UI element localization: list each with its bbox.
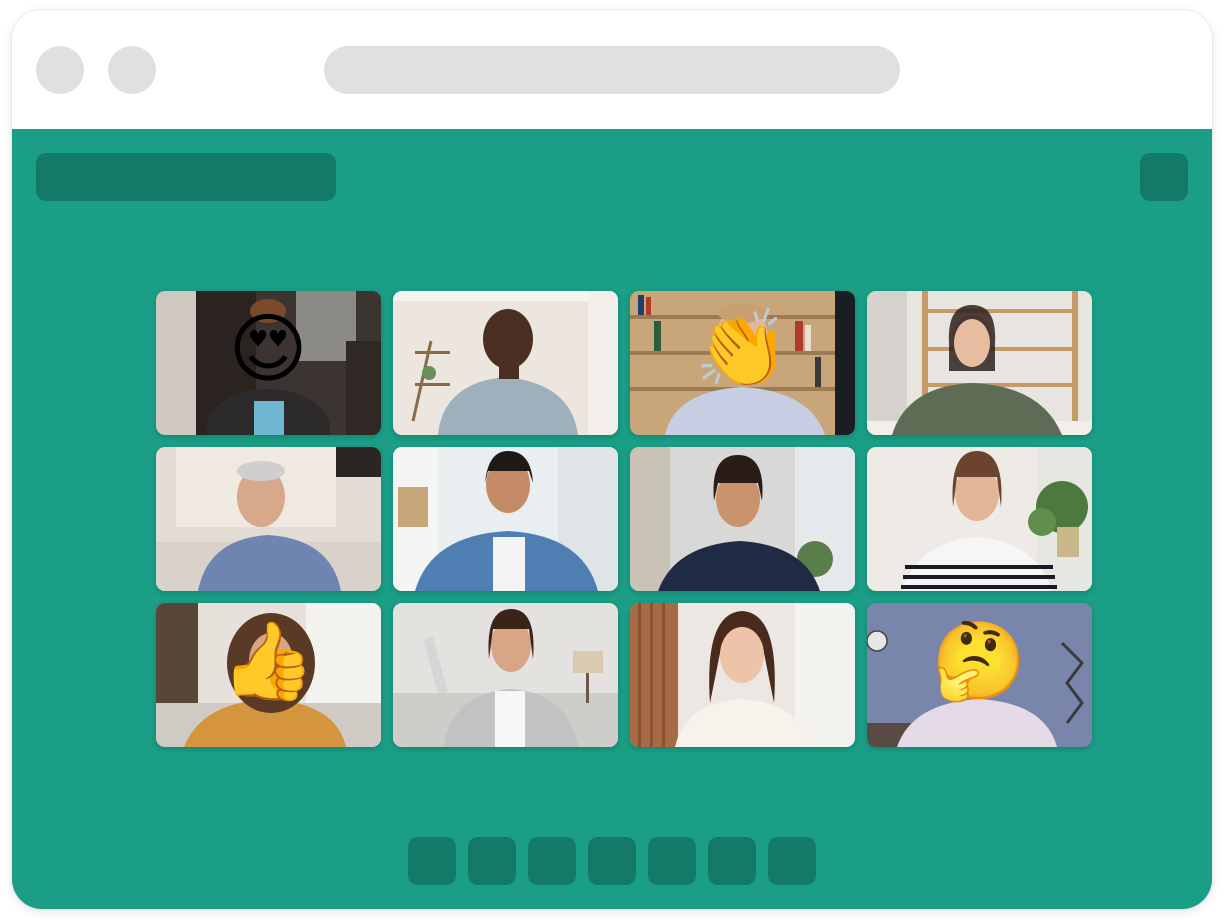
window-control-button[interactable]	[36, 46, 84, 94]
participant-video-tile[interactable]	[393, 447, 618, 591]
reaction-emoji	[929, 311, 1029, 401]
meeting-title-placeholder	[36, 153, 336, 201]
address-bar[interactable]	[324, 46, 900, 94]
participant-video-tile[interactable]: 👍	[156, 603, 381, 747]
participant-video-tile[interactable]	[156, 447, 381, 591]
thumbs-up-emoji: 👍	[220, 616, 316, 705]
call-control-button[interactable]	[708, 837, 756, 885]
browser-titlebar	[12, 10, 1212, 129]
call-control-button[interactable]	[768, 837, 816, 885]
participant-video-tile[interactable]	[867, 447, 1092, 591]
participant-video-tile[interactable]	[630, 603, 855, 747]
clapping-hands-emoji: 👏	[694, 304, 790, 393]
reaction-emoji	[455, 311, 555, 401]
participant-video-tile[interactable]	[393, 603, 618, 747]
participant-video-tile[interactable]: 👏	[630, 291, 855, 435]
reaction-emoji	[692, 623, 792, 713]
call-control-button[interactable]	[468, 837, 516, 885]
call-control-button[interactable]	[588, 837, 636, 885]
call-control-button[interactable]	[648, 837, 696, 885]
participant-video-tile[interactable]	[393, 291, 618, 435]
call-controls-bar	[408, 837, 816, 885]
browser-window: 😍 👏 👍 🤔	[12, 10, 1212, 909]
call-control-button[interactable]	[408, 837, 456, 885]
top-right-menu-button[interactable]	[1140, 153, 1188, 201]
reaction-emoji	[455, 467, 555, 557]
heart-eyes-emoji: 😍	[228, 304, 308, 393]
participant-video-grid: 😍 👏 👍 🤔	[156, 291, 1092, 747]
participant-video-tile[interactable]: 🤔	[867, 603, 1092, 747]
window-control-button[interactable]	[108, 46, 156, 94]
video-call-app: 😍 👏 👍 🤔	[12, 129, 1212, 909]
reaction-emoji	[692, 467, 792, 557]
thinking-face-emoji: 🤔	[931, 616, 1027, 705]
reaction-emoji	[929, 467, 1029, 557]
participant-video-tile[interactable]	[630, 447, 855, 591]
reaction-emoji	[218, 467, 318, 557]
call-control-button[interactable]	[528, 837, 576, 885]
participant-video-tile[interactable]	[867, 291, 1092, 435]
participant-video-tile[interactable]: 😍	[156, 291, 381, 435]
reaction-emoji	[455, 623, 555, 713]
